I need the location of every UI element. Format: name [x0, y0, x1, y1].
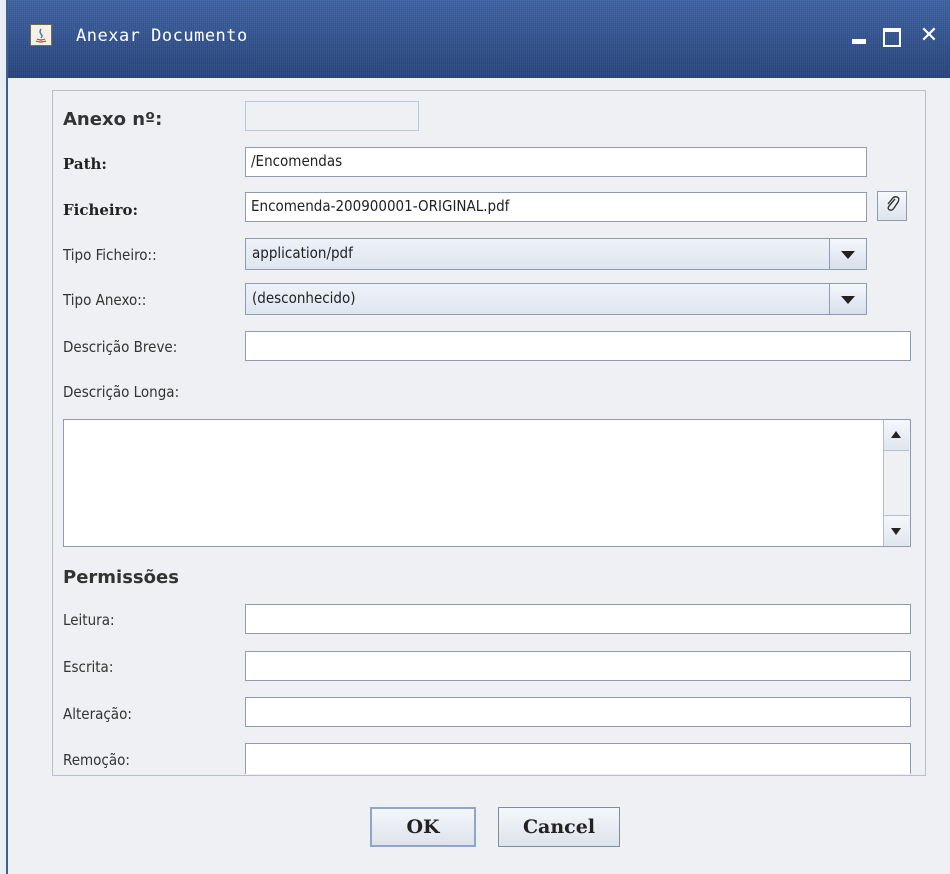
- path-field[interactable]: /Encomendas: [245, 147, 867, 177]
- vertical-scrollbar[interactable]: [883, 420, 910, 546]
- scroll-up-icon[interactable]: [884, 420, 909, 451]
- window-title: Anexar Documento: [76, 26, 248, 46]
- escrita-field[interactable]: [245, 651, 911, 681]
- minimize-button[interactable]: [848, 25, 870, 47]
- descricao-breve-label: Descrição Breve:: [63, 338, 178, 356]
- close-button[interactable]: ✕: [918, 25, 940, 47]
- form-panel: Anexo nº: Path: /Encomendas Ficheiro: En…: [52, 90, 926, 776]
- tipo-ficheiro-value: application/pdf: [252, 244, 353, 262]
- path-label: Path:: [63, 155, 107, 173]
- tipo-ficheiro-select[interactable]: application/pdf: [245, 238, 867, 270]
- tipo-anexo-select[interactable]: (desconhecido): [245, 283, 867, 315]
- scroll-down-icon[interactable]: [884, 515, 909, 546]
- maximize-button[interactable]: [880, 25, 902, 47]
- escrita-label: Escrita:: [63, 658, 114, 676]
- dialog-window: Anexar Documento ✕ Anexo nº: Path: /Enco…: [6, 0, 950, 874]
- java-icon: [30, 24, 52, 46]
- tipo-anexo-label: Tipo Anexo::: [63, 291, 147, 309]
- tipo-ficheiro-label: Tipo Ficheiro::: [63, 246, 157, 264]
- remocao-label: Remoção:: [63, 751, 130, 769]
- permissoes-heading: Permissões: [63, 567, 179, 588]
- title-bar[interactable]: Anexar Documento ✕: [8, 0, 950, 78]
- chevron-down-icon[interactable]: [829, 284, 866, 314]
- attach-file-button[interactable]: [877, 191, 907, 221]
- descricao-longa-textarea[interactable]: [63, 419, 911, 547]
- descricao-longa-label: Descrição Longa:: [63, 383, 180, 401]
- anexo-label: Anexo nº:: [63, 109, 163, 130]
- remocao-field[interactable]: [245, 743, 911, 774]
- chevron-down-icon[interactable]: [829, 239, 866, 269]
- alteracao-label: Alteração:: [63, 705, 132, 723]
- leitura-label: Leitura:: [63, 611, 115, 629]
- ficheiro-field[interactable]: Encomenda-200900001-ORIGINAL.pdf: [245, 192, 867, 222]
- cancel-button[interactable]: Cancel: [498, 807, 620, 847]
- ficheiro-label: Ficheiro:: [63, 201, 139, 219]
- descricao-breve-field[interactable]: [245, 331, 911, 361]
- tipo-anexo-value: (desconhecido): [252, 289, 356, 307]
- anexo-field: [245, 101, 419, 131]
- ok-button[interactable]: OK: [370, 807, 476, 847]
- paperclip-icon: [884, 195, 900, 217]
- leitura-field[interactable]: [245, 604, 911, 634]
- alteracao-field[interactable]: [245, 697, 911, 727]
